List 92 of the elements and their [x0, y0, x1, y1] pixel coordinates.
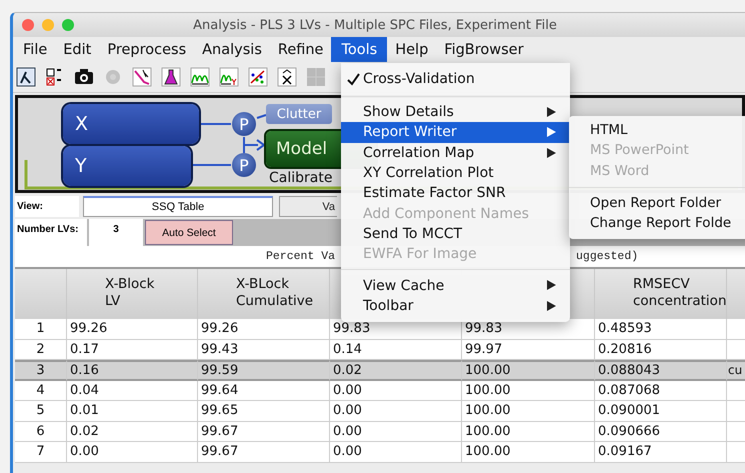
- table-cell: 100.00: [462, 422, 595, 442]
- view-option[interactable]: SSQ Table: [83, 196, 273, 217]
- menu-option-label: EWFA For Image: [363, 246, 477, 262]
- lv-label: Number LVs:: [15, 219, 87, 246]
- table-cell: 0.090666: [595, 422, 727, 442]
- table-cell: 0.00: [330, 401, 462, 422]
- menu-item[interactable]: Help: [387, 37, 436, 62]
- table-cell: 100.00: [462, 401, 595, 422]
- table-cell: 0.04: [67, 380, 198, 401]
- table-cell: 0.088043: [595, 360, 727, 380]
- x-block-button[interactable]: X: [63, 104, 199, 144]
- curve-plot-icon[interactable]: [132, 67, 152, 87]
- row-number: 2: [15, 340, 67, 360]
- peaks-icon[interactable]: [190, 67, 210, 87]
- table-cell: 0.02: [330, 360, 462, 380]
- menu-option-label: Add Component Names: [363, 206, 529, 222]
- menu-option-label: Show Details: [363, 104, 454, 120]
- row-number: 5: [15, 401, 67, 422]
- y-block-button[interactable]: Y: [63, 146, 191, 186]
- menu-option[interactable]: Change Report Folde: [569, 213, 745, 234]
- table-cell: 0.02: [67, 422, 198, 442]
- menu-item[interactable]: Preprocess: [99, 37, 194, 62]
- menu-option-label: XY Correlation Plot: [363, 165, 494, 182]
- table-cell: 0.00: [330, 380, 462, 401]
- table-cell: 99.67: [198, 442, 330, 462]
- connector-line: [256, 114, 266, 119]
- preprocess-button[interactable]: P: [232, 112, 256, 136]
- connector-line: [191, 164, 231, 166]
- column-header[interactable]: X-BLock Cumulative: [198, 269, 330, 319]
- row-number: 7: [15, 442, 67, 462]
- column-header[interactable]: RMSECV concentration: [595, 269, 727, 319]
- menu-option[interactable]: HTML: [569, 120, 745, 140]
- menu-option[interactable]: Toolbar: [341, 296, 570, 316]
- row-number: 4: [15, 380, 67, 401]
- auto-select-button[interactable]: Auto Select: [145, 220, 233, 245]
- flask-icon[interactable]: [161, 67, 181, 87]
- scatter-plot-icon[interactable]: [248, 67, 268, 87]
- cross-icon[interactable]: [277, 67, 297, 87]
- lambda-icon[interactable]: [16, 67, 36, 87]
- menu-item[interactable]: Analysis: [194, 37, 270, 62]
- corner-header-cell: [15, 269, 67, 319]
- window-title: Analysis - PLS 3 LVs - Multiple SPC Files, Experiment File: [192, 18, 557, 32]
- table-cell: 0.00: [67, 442, 198, 462]
- mode-label: Calibrate: [269, 170, 332, 186]
- menu-option-label: View Cache: [363, 278, 444, 294]
- row-number: 3: [15, 360, 67, 380]
- menu-option[interactable]: Send To MCCT: [341, 224, 570, 244]
- row-number: 1: [15, 319, 67, 340]
- menu-item[interactable]: FigBrowser: [436, 37, 532, 62]
- menu-option[interactable]: View Cache: [341, 275, 570, 296]
- table-cell: 0.16: [67, 360, 198, 380]
- table-cell: 100.00: [462, 380, 595, 401]
- menu-item[interactable]: Tools: [331, 37, 388, 62]
- table-cell: 0.00: [330, 422, 462, 442]
- table-cell: cu: [727, 360, 745, 380]
- menu-item[interactable]: Refine: [270, 37, 332, 62]
- connector-arrow: [243, 136, 266, 154]
- table-cell: 100.00: [462, 442, 595, 462]
- menu-item[interactable]: Edit: [55, 37, 100, 62]
- connector-line: [199, 123, 231, 125]
- peaks-icon[interactable]: [219, 67, 239, 87]
- table-cell: 0.01: [67, 401, 198, 422]
- menu-option-label: Send To MCCT: [363, 226, 462, 242]
- menu-option-label: Cross-Validation: [363, 71, 475, 87]
- menu-option[interactable]: Estimate Factor SNR: [341, 183, 570, 204]
- table-cell: 99.59: [198, 360, 330, 380]
- view-option[interactable]: Va: [279, 196, 337, 217]
- table-cell: 0.48593: [595, 319, 727, 340]
- menu-item[interactable]: File: [15, 37, 56, 62]
- menu-option-label: Toolbar: [363, 298, 414, 314]
- table-cell: 0.09167: [595, 442, 727, 462]
- column-header[interactable]: X-Block LV: [67, 269, 198, 319]
- table-cell: 99.26: [198, 319, 330, 340]
- table-cell: 0.00: [330, 442, 462, 462]
- lv-count-field[interactable]: 3: [89, 219, 143, 246]
- table-caption: Percent Va: [266, 250, 336, 263]
- table-cell: 99.64: [198, 380, 330, 401]
- menu-option-label: Estimate Factor SNR: [363, 185, 506, 202]
- table-cell: 0.087068: [595, 380, 727, 401]
- table-cell: 99.26: [67, 319, 198, 340]
- preprocess-button[interactable]: P: [232, 153, 256, 177]
- menu-option[interactable]: Cross-Validation: [341, 67, 570, 91]
- menu-option[interactable]: Report Writer: [341, 122, 570, 143]
- menu-option[interactable]: Open Report Folder: [569, 192, 745, 214]
- table-cell: 99.67: [198, 422, 330, 442]
- table-cell: 0.090001: [595, 401, 727, 422]
- table-cell: 99.65: [198, 401, 330, 422]
- table-caption: uggested): [576, 250, 638, 263]
- camera-icon[interactable]: [74, 67, 94, 87]
- view-label: View:: [15, 196, 79, 217]
- row-number: 6: [15, 422, 67, 442]
- table-cell: 100.00: [462, 360, 595, 380]
